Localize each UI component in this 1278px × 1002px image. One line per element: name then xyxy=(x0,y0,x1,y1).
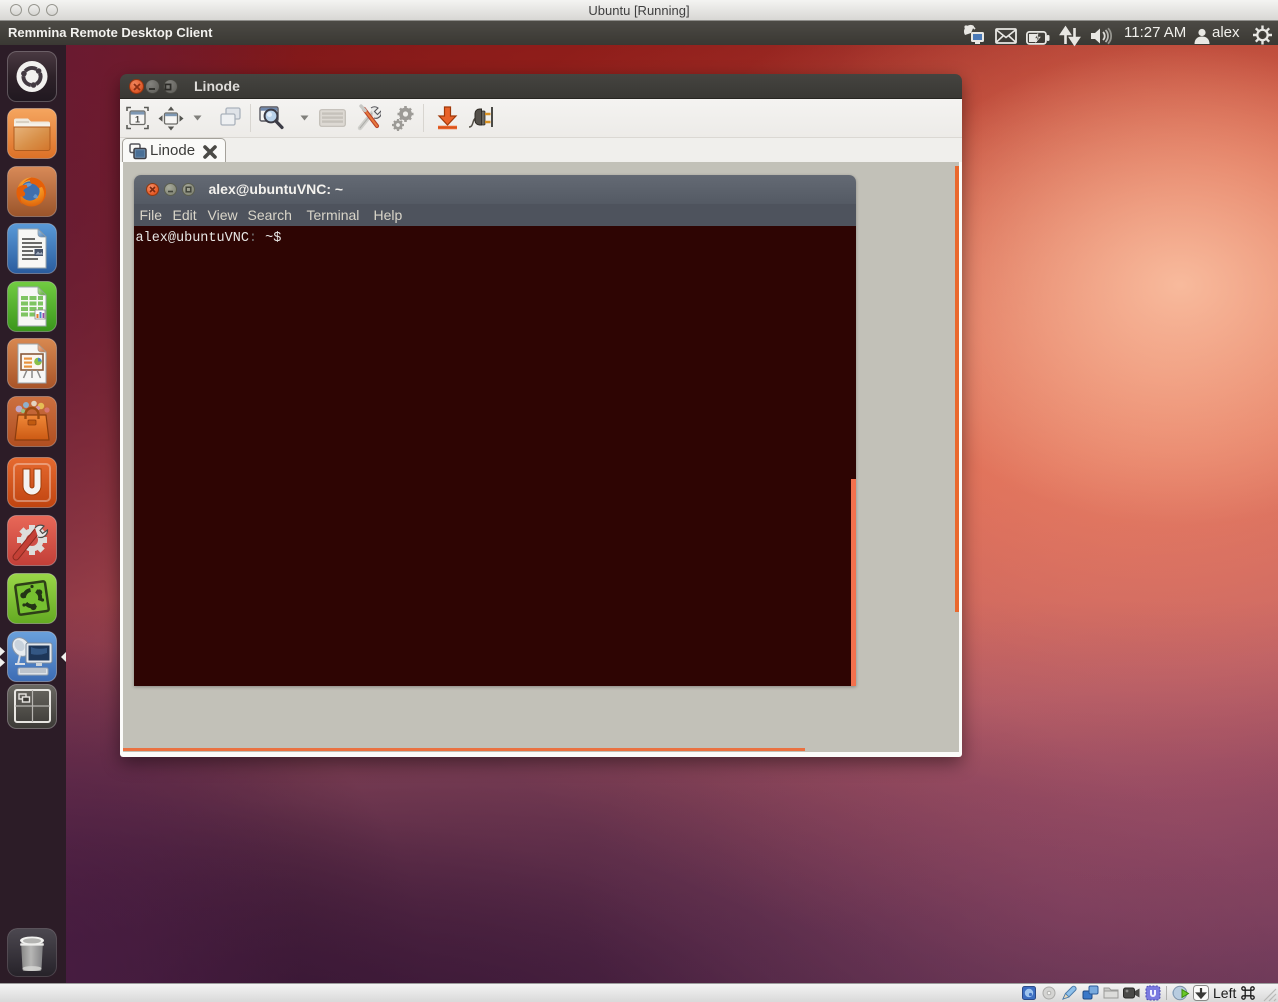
svg-text:1: 1 xyxy=(135,115,140,125)
